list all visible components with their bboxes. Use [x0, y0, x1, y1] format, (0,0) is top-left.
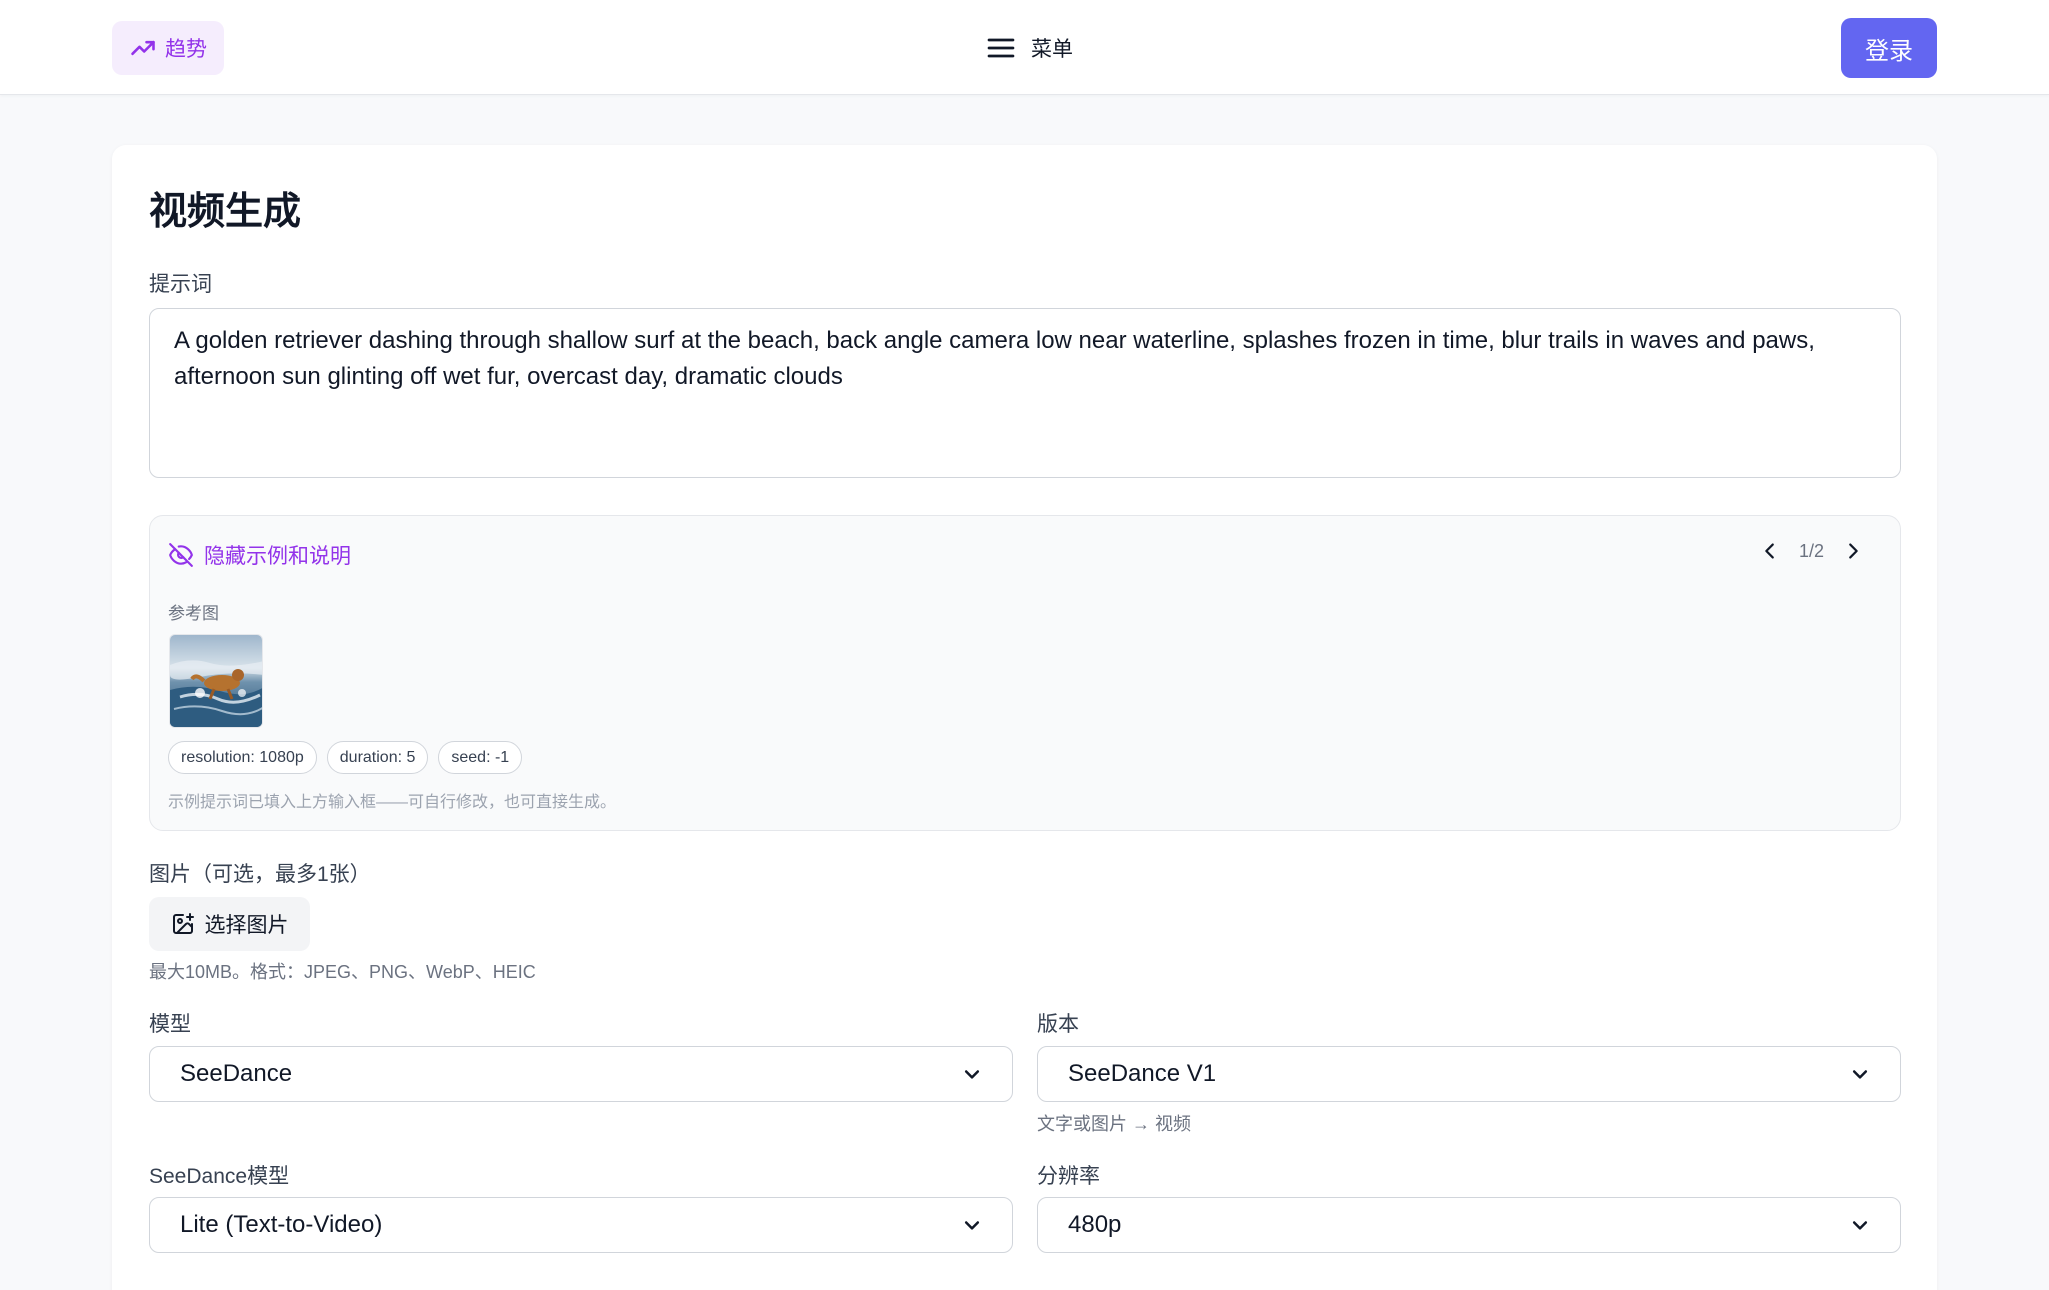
example-params: resolution: 1080p duration: 5 seed: -1: [168, 741, 523, 774]
login-button[interactable]: 登录: [1841, 18, 1937, 78]
version-select[interactable]: SeeDance V1: [1037, 1046, 1901, 1102]
resolution-select-value: 480p: [1068, 1211, 1122, 1238]
resolution-select[interactable]: 480p: [1037, 1197, 1901, 1253]
chevron-down-icon: [1852, 1070, 1868, 1079]
reference-image-label: 参考图: [168, 604, 219, 623]
hamburger-menu-icon: [987, 38, 1015, 58]
seedance-model-select-value: Lite (Text-to-Video): [180, 1211, 383, 1238]
image-upload-label: 图片（可选，最多1张）: [149, 863, 371, 886]
menu-button[interactable]: 菜单: [985, 28, 1073, 68]
chevron-down-icon: [964, 1070, 980, 1079]
version-hint: 文字或图片 → 视频: [1037, 1114, 1192, 1134]
trend-button[interactable]: 趋势: [112, 21, 224, 75]
resolution-label: 分辨率: [1037, 1165, 1100, 1188]
page-indicator: 1/2: [1798, 540, 1824, 561]
page-title: 视频生成: [149, 191, 302, 233]
chevron-down-icon: [964, 1221, 980, 1230]
eye-off-icon: [169, 543, 193, 567]
model-label: 模型: [149, 1013, 191, 1036]
hide-examples-label: 隐藏示例和说明: [204, 545, 351, 568]
seedance-model-select[interactable]: Lite (Text-to-Video): [149, 1197, 1013, 1253]
example-note: 示例提示词已填入上方输入框——可自行修改，也可直接生成。: [168, 794, 617, 811]
hide-examples-toggle[interactable]: 隐藏示例和说明: [168, 540, 351, 570]
prompt-label: 提示词: [149, 273, 212, 296]
image-plus-icon: [172, 913, 194, 934]
version-select-value: SeeDance V1: [1068, 1060, 1217, 1087]
trending-up-icon: [131, 40, 155, 56]
seedance-model-label: SeeDance模型: [149, 1165, 290, 1188]
chevron-left-icon[interactable]: [1759, 540, 1781, 562]
examples-pager: 1/2: [1759, 540, 1864, 562]
param-chip-seed: seed: -1: [438, 741, 523, 774]
model-select-value: SeeDance: [180, 1060, 293, 1087]
choose-image-label: 选择图片: [204, 914, 289, 937]
image-upload-hint: 最大10MB。格式：JPEG、PNG、WebP、HEIC: [149, 962, 536, 982]
model-select[interactable]: SeeDance: [149, 1046, 1013, 1102]
trend-label: 趋势: [165, 38, 207, 61]
param-chip-resolution: resolution: 1080p: [168, 741, 317, 774]
menu-label: 菜单: [1031, 38, 1073, 61]
chevron-right-icon[interactable]: [1842, 540, 1864, 562]
choose-image-button[interactable]: 选择图片: [149, 897, 310, 951]
prompt-textarea[interactable]: A golden retriever dashing through shall…: [149, 308, 1901, 478]
param-chip-duration: duration: 5: [326, 741, 429, 774]
examples-panel: 隐藏示例和说明 1/2 参考图 resolution: 1080p durati…: [149, 515, 1901, 831]
version-label: 版本: [1037, 1013, 1079, 1036]
reference-image-thumbnail[interactable]: [169, 634, 263, 728]
top-navigation-bar: 趋势 菜单 登录: [0, 0, 2049, 95]
chevron-down-icon: [1852, 1221, 1868, 1230]
